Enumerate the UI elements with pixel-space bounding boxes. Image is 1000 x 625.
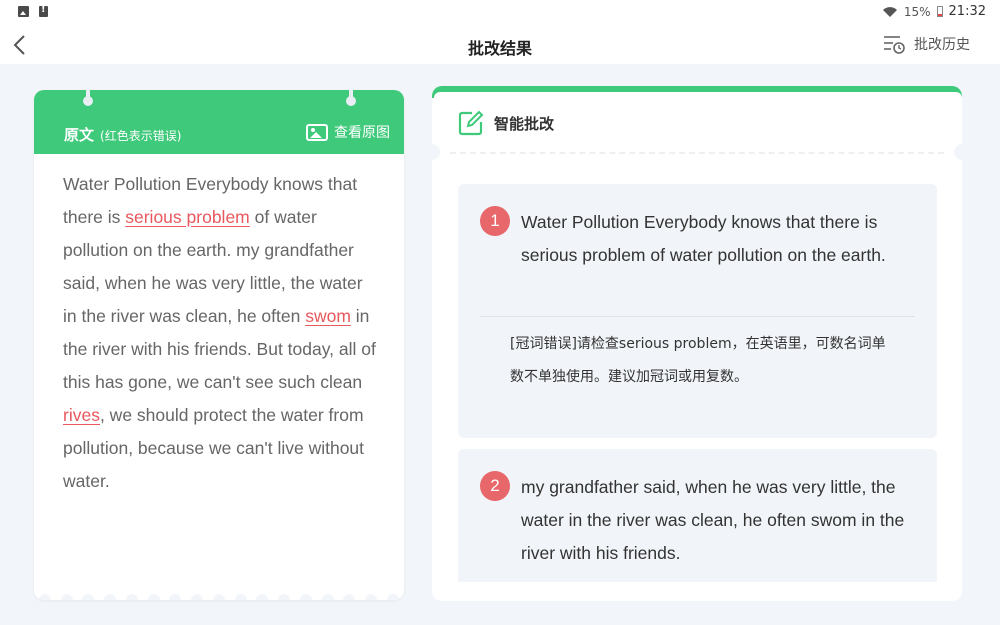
wifi-icon [882, 6, 898, 18]
ticket-notch [954, 144, 962, 160]
scalloped-edge [34, 594, 404, 600]
error-highlight[interactable]: serious problem [125, 207, 250, 227]
review-item-number: 1 [480, 206, 510, 236]
history-label: 批改历史 [914, 37, 970, 53]
original-text-title: 原文 (红色表示错误) [64, 124, 181, 145]
battery-percentage: 15% [903, 4, 931, 19]
history-button[interactable]: 批改历史 [882, 33, 970, 55]
review-item-sentence: my grandfather said, when he was very li… [521, 477, 905, 563]
page-title: 批改结果 [467, 39, 532, 58]
essay-segment: , we should protect the water from pollu… [63, 405, 365, 491]
dashed-divider [450, 152, 944, 154]
binder-ring [83, 90, 93, 108]
history-list-icon [884, 36, 905, 54]
review-list[interactable]: 1 Water Pollution Everybody knows that t… [458, 184, 937, 582]
view-original-label: 查看原图 [334, 125, 390, 141]
essay-text: Water Pollution Everybody knows that the… [34, 154, 404, 498]
alert-notification-icon [39, 4, 48, 17]
status-bar: 15% 21:32 [0, 0, 1000, 26]
battery-icon [936, 6, 943, 17]
review-item-comment: [冠词错误]请检查serious problem，在英语里，可数名词单数不单独使… [510, 336, 886, 385]
ticket-notch [432, 144, 440, 160]
status-bar-right: 15% 21:32 [882, 4, 986, 19]
original-subtitle: (红色表示错误) [100, 129, 182, 143]
image-icon [306, 123, 328, 141]
app-header: 批改结果 批改历史 [0, 26, 1000, 64]
card-top-accent [432, 86, 962, 100]
clock: 21:32 [948, 4, 986, 19]
binder-ring [346, 90, 356, 108]
review-item[interactable]: 1 Water Pollution Everybody knows that t… [458, 184, 937, 438]
original-text-card: 原文 (红色表示错误) 查看原图 Water Pollution Everybod… [34, 90, 404, 600]
review-item-sentence: Water Pollution Everybody knows that the… [521, 212, 886, 265]
smart-review-header: 智能批改 [458, 110, 554, 136]
review-item-number: 2 [480, 471, 510, 501]
edit-check-icon [458, 110, 484, 136]
smart-review-card: 智能批改 1 Water Pollution Everybody knows t… [432, 86, 962, 601]
review-item[interactable]: 2 my grandfather said, when he was very … [458, 449, 937, 582]
error-highlight[interactable]: rives [63, 405, 100, 425]
original-text-header: 原文 (红色表示错误) 查看原图 [34, 90, 404, 154]
view-original-image-button[interactable]: 查看原图 [306, 122, 390, 142]
error-highlight[interactable]: swom [305, 306, 351, 326]
gallery-notification-icon [18, 6, 29, 17]
smart-review-title: 智能批改 [494, 114, 555, 133]
item-divider [480, 316, 915, 317]
original-title: 原文 [64, 126, 95, 144]
